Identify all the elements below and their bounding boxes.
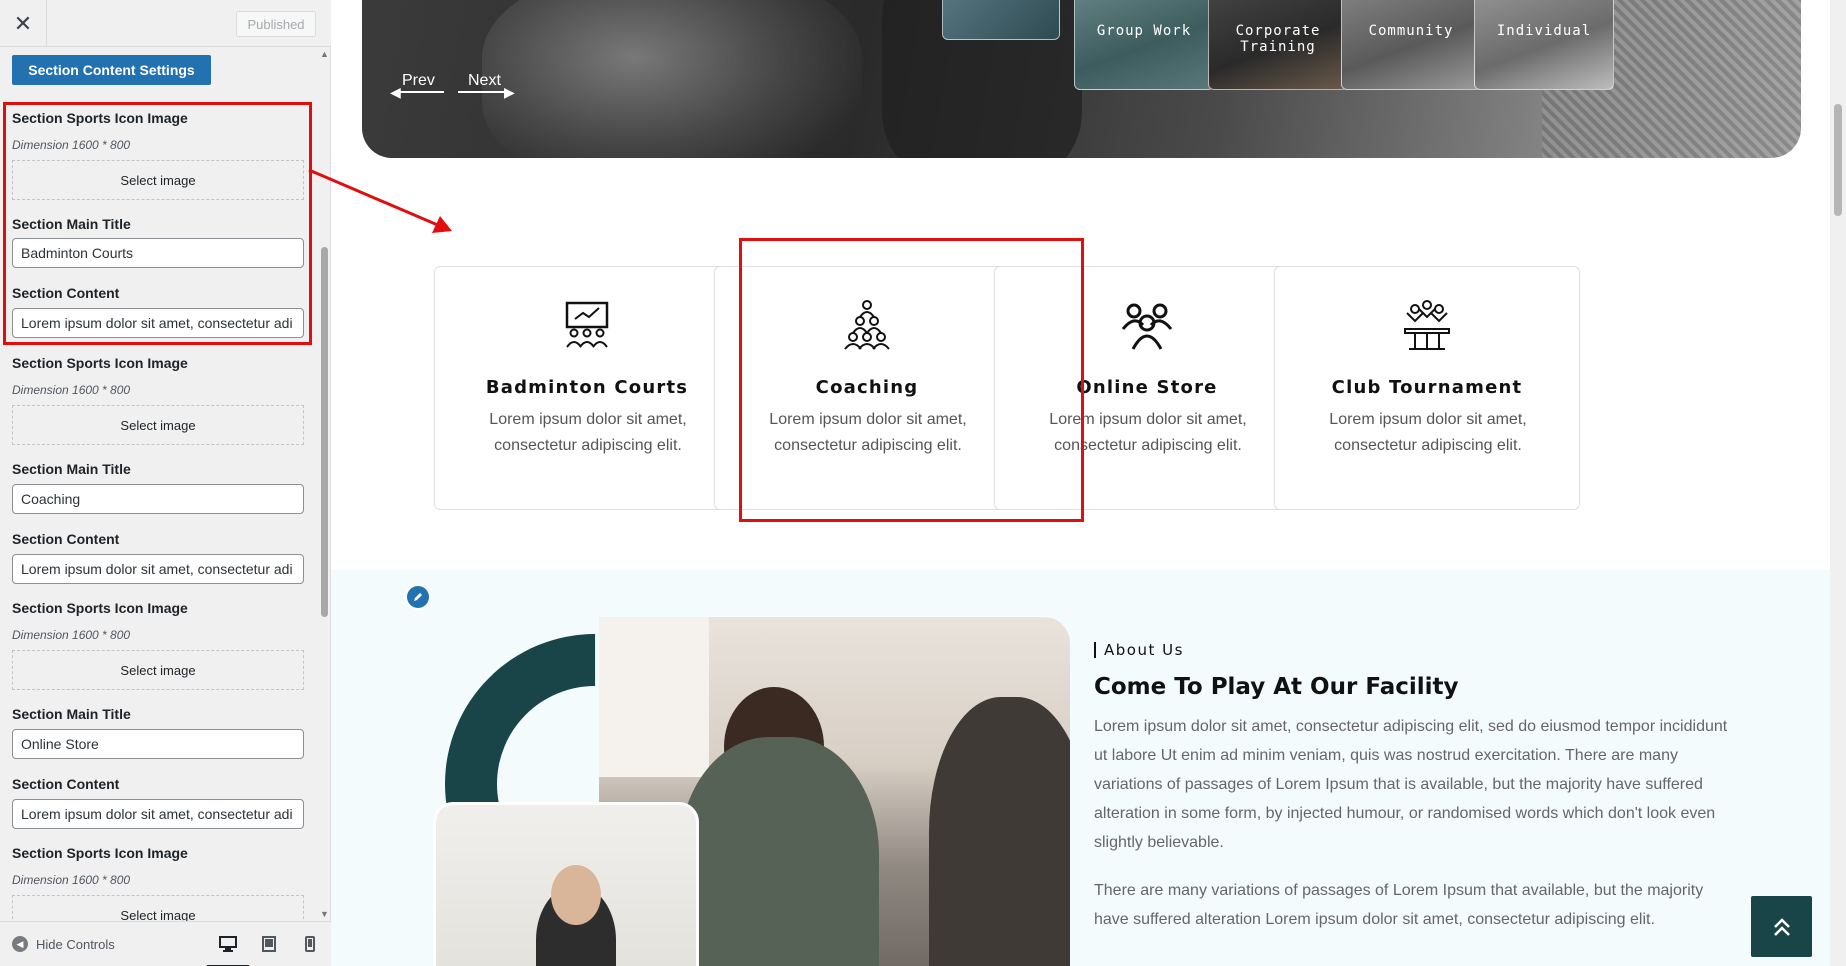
edit-shortcut-button[interactable]: [405, 584, 431, 610]
double-chevron-up-icon: [1773, 917, 1790, 936]
next-arrow-icon: [458, 91, 506, 93]
content-input[interactable]: Lorem ipsum dolor sit amet, consectetur …: [12, 554, 304, 584]
select-image-button[interactable]: Select image: [12, 405, 304, 445]
card-title: Badminton Courts: [485, 377, 689, 398]
prev-arrow-icon: [396, 91, 444, 93]
about-title: Come To Play At Our Facility: [1094, 674, 1459, 700]
main-title-label: Section Main Title: [12, 706, 131, 722]
icon-image-label: Section Sports Icon Image: [12, 355, 188, 371]
photo-person: [929, 697, 1070, 966]
photo-person: [679, 737, 879, 966]
content-label: Section Content: [12, 776, 120, 792]
slider-thumb-corporate-training[interactable]: Corporate Training: [1208, 0, 1348, 90]
section-content-settings-button[interactable]: Section Content Settings: [12, 55, 211, 85]
hero-slider: Group Work Corporate Training Community …: [362, 0, 1801, 158]
dimension-note: Dimension 1600 * 800: [12, 383, 131, 397]
close-icon: ✕: [13, 10, 33, 36]
scroll-to-top-button[interactable]: [1751, 896, 1812, 957]
about-tag: About Us: [1094, 642, 1184, 658]
sidebar-footer: ◀ Hide Controls: [0, 921, 331, 966]
content-label: Section Content: [12, 531, 120, 547]
card-title: Club Tournament: [1331, 377, 1523, 398]
about-paragraph: There are many variations of passages of…: [1094, 882, 1704, 928]
select-image-button[interactable]: Select image: [12, 650, 304, 690]
desktop-icon[interactable]: [207, 934, 249, 966]
slider-thumb-label: Individual: [1496, 23, 1592, 39]
page-scrollbar[interactable]: [1830, 0, 1846, 966]
customizer-sidebar: ✕ Published Section Content Settings Sec…: [0, 0, 331, 966]
about-paragraph: Lorem ipsum dolor sit amet, consectetur …: [1094, 718, 1728, 851]
annotation-highlight-box: [3, 102, 312, 345]
card-description: Lorem ipsum dolor sit amet, consectetur …: [489, 411, 687, 454]
close-button[interactable]: ✕: [0, 0, 47, 47]
hide-controls-label: Hide Controls: [36, 936, 115, 952]
hide-controls-button[interactable]: ◀ Hide Controls: [12, 936, 115, 952]
arrow-right-icon: ▶: [504, 84, 515, 100]
slider-thumb-label: Group Work: [1096, 23, 1192, 39]
scrollbar-thumb[interactable]: [1834, 104, 1842, 216]
prev-label: Prev: [402, 72, 435, 89]
published-button[interactable]: Published: [236, 11, 316, 37]
sidebar-header: ✕ Published: [0, 0, 331, 47]
icon-image-label: Section Sports Icon Image: [12, 845, 188, 861]
hero-photo-shape: [482, 0, 862, 158]
podium-icon: [1404, 300, 1450, 350]
annotation-highlight-box: [739, 238, 1084, 522]
slider-thumb[interactable]: [942, 0, 1060, 40]
icon-image-label: Section Sports Icon Image: [12, 600, 188, 616]
collapse-icon: ◀: [12, 936, 28, 952]
group-icon: [1121, 303, 1173, 350]
about-section: About Us Come To Play At Our Facility Lo…: [331, 570, 1830, 966]
slider-thumb-label: Corporate Training: [1235, 23, 1321, 55]
dimension-note: Dimension 1600 * 800: [12, 873, 131, 887]
main-title-input[interactable]: Coaching: [12, 484, 304, 514]
select-image-button[interactable]: Select image: [12, 895, 304, 921]
presentation-icon: [565, 301, 609, 348]
about-photo-secondary: [433, 802, 699, 966]
arrow-left-icon: ◀: [390, 84, 401, 100]
card-description: Lorem ipsum dolor sit amet, consectetur …: [1329, 411, 1527, 454]
dimension-note: Dimension 1600 * 800: [12, 628, 131, 642]
scroll-down-icon[interactable]: ▼: [320, 909, 329, 919]
slider-thumb-community[interactable]: Community: [1341, 0, 1481, 90]
photo-window: [599, 617, 709, 777]
content-input[interactable]: Lorem ipsum dolor sit amet, consectetur …: [12, 799, 304, 829]
feature-card-club-tournament[interactable]: Club Tournament Lorem ipsum dolor sit am…: [1274, 266, 1580, 510]
scroll-up-icon[interactable]: ▲: [320, 49, 329, 59]
main-title-input[interactable]: Online Store: [12, 729, 304, 759]
slider-thumb-label: Community: [1368, 23, 1454, 39]
scrollbar-thumb[interactable]: [321, 247, 328, 617]
tablet-icon[interactable]: [259, 934, 279, 954]
photo-person-head: [551, 865, 601, 925]
slider-thumb-group-work[interactable]: Group Work: [1074, 0, 1214, 90]
feature-card-badminton-courts[interactable]: Badminton Courts Lorem ipsum dolor sit a…: [434, 266, 740, 510]
pencil-icon: [414, 593, 422, 601]
mobile-icon[interactable]: [300, 934, 320, 954]
slider-thumb-individual[interactable]: Individual: [1474, 0, 1614, 90]
site-preview: Group Work Corporate Training Community …: [331, 0, 1830, 966]
main-title-label: Section Main Title: [12, 461, 131, 477]
next-label: Next: [468, 72, 501, 89]
sidebar-scrollbar[interactable]: ▲ ▼: [318, 47, 331, 921]
